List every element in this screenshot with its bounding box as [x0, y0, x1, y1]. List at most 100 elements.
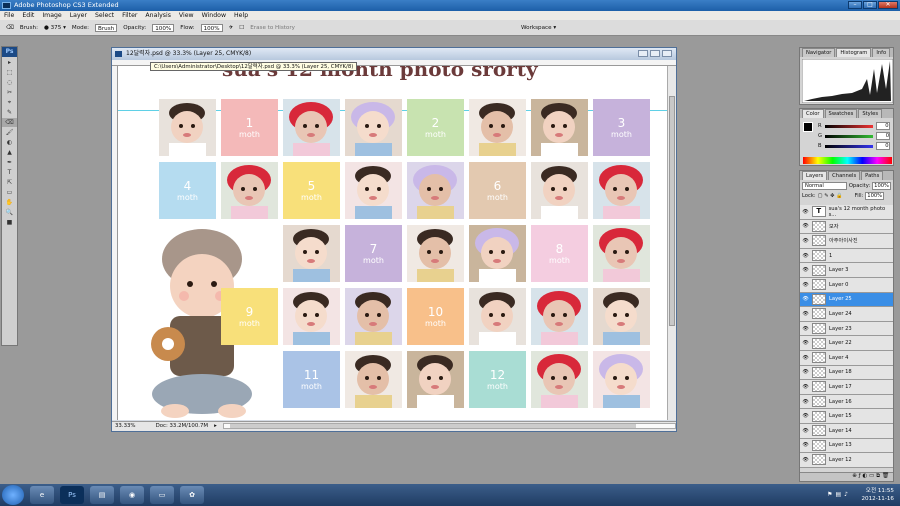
layer-row[interactable]: 👁 Layer 25 — [800, 292, 893, 308]
layer-row[interactable]: 👁 Layer 4 — [800, 350, 893, 366]
crop-tool-icon[interactable]: ✂ — [2, 88, 17, 97]
layer-opacity-input[interactable]: 100% — [872, 182, 891, 190]
move-tool-icon[interactable]: ▸ — [2, 58, 17, 67]
minimize-button[interactable]: – — [848, 1, 862, 9]
pen-tool-icon[interactable]: ▲ — [2, 148, 17, 157]
tab-histogram[interactable]: Histogram — [836, 48, 872, 57]
opacity-input[interactable]: 100% — [152, 23, 175, 32]
layer-row[interactable]: 👁 아주아이사진 — [800, 234, 893, 249]
visibility-eye-icon[interactable]: 👁 — [802, 223, 809, 229]
new-layer-icon[interactable]: ⊕ ƒ ◐ ▭ ⧉ 🗑 — [852, 473, 889, 479]
document-taskbar-icon[interactable]: ▤ — [90, 486, 114, 504]
canvas[interactable]: sua's 12 month photo srorty 1 moth 2 moth 3 m… — [118, 66, 667, 420]
ie-icon[interactable]: e — [30, 486, 54, 504]
horizontal-scrollbar[interactable] — [222, 423, 676, 429]
tab-layers[interactable]: Layers — [802, 171, 828, 180]
visibility-eye-icon[interactable]: 👁 — [802, 413, 809, 419]
blend-mode-select[interactable]: Normal — [802, 182, 847, 190]
status-arrow-icon[interactable]: ▸ — [214, 422, 217, 431]
layer-row[interactable]: 👁 Layer 15 — [800, 409, 893, 424]
channel-value-input[interactable]: 0 — [876, 132, 891, 140]
visibility-eye-icon[interactable]: 👁 — [802, 369, 809, 375]
tray-network-icon[interactable]: ▤ — [835, 491, 841, 498]
lock-icon[interactable]: ▢ ✎ ✥ 🔒 — [818, 193, 843, 199]
eraser-tool-icon[interactable]: ⌫ — [6, 25, 14, 31]
airbrush-icon[interactable]: ✈ — [229, 25, 234, 31]
eraser-tool-icon[interactable]: ⌫ — [2, 118, 17, 127]
visibility-eye-icon[interactable]: 👁 — [802, 340, 809, 346]
shape-tool-icon[interactable]: ▭ — [2, 188, 17, 197]
layer-row[interactable]: 👁 Layer 24 — [800, 307, 893, 322]
color-ramp[interactable] — [803, 157, 892, 164]
brush-preset-picker[interactable]: ● 375 ▾ — [44, 25, 66, 31]
tab-swatches[interactable]: Swatches — [824, 109, 858, 118]
layer-row[interactable]: 👁 Layer 0 — [800, 277, 893, 293]
doc-maximize-button[interactable] — [650, 50, 660, 57]
close-button[interactable]: ✕ — [878, 1, 898, 9]
menu-item-analysis[interactable]: Analysis — [145, 11, 171, 20]
visibility-eye-icon[interactable]: 👁 — [802, 384, 809, 390]
doc-size[interactable]: Doc: 33.2M/100.7M — [156, 422, 209, 431]
layer-row[interactable]: 👁 모자 — [800, 219, 893, 235]
brush-tool-icon[interactable]: 🖌 — [2, 128, 17, 137]
zoom-level[interactable]: 33.33% — [115, 422, 136, 431]
tray-volume-icon[interactable]: ♪ — [844, 491, 848, 498]
layer-row[interactable]: 👁 Layer 16 — [800, 394, 893, 410]
type-tool-icon[interactable]: T — [2, 168, 17, 177]
dodge-tool-icon[interactable]: ◐ — [2, 138, 17, 147]
doc-minimize-button[interactable] — [638, 50, 648, 57]
menu-item-window[interactable]: Window — [202, 11, 226, 20]
clock[interactable]: 오전 11:55 2012-11-16 — [861, 487, 894, 503]
visibility-eye-icon[interactable]: 👁 — [802, 253, 809, 259]
hscroll-thumb[interactable] — [229, 424, 636, 428]
visibility-eye-icon[interactable]: 👁 — [802, 238, 809, 244]
tab-info[interactable]: Info — [872, 48, 891, 57]
menu-item-help[interactable]: Help — [234, 11, 248, 20]
zoom-tool-icon[interactable]: 🔍 — [2, 208, 17, 217]
doc-close-button[interactable] — [662, 50, 672, 57]
path-tool-icon[interactable]: ✒ — [2, 158, 17, 167]
layer-row[interactable]: 👁 Layer 18 — [800, 365, 893, 381]
fill-input[interactable]: 100% — [865, 192, 885, 200]
visibility-eye-icon[interactable]: 👁 — [802, 282, 809, 288]
menu-item-edit[interactable]: Edit — [22, 11, 34, 20]
tab-color[interactable]: Color — [802, 109, 824, 118]
channel-slider[interactable] — [825, 134, 874, 138]
visibility-eye-icon[interactable]: 👁 — [802, 311, 809, 317]
workspace-button[interactable]: Workspace ▾ — [521, 25, 556, 31]
layer-row[interactable]: 👁 Layer 3 — [800, 263, 893, 278]
visibility-eye-icon[interactable]: 👁 — [802, 267, 809, 273]
channel-value-input[interactable]: 0 — [875, 122, 890, 130]
hand-tool-icon[interactable]: ✋ — [2, 198, 17, 207]
layer-row[interactable]: 👁 Layer 23 — [800, 321, 893, 337]
visibility-eye-icon[interactable]: 👁 — [802, 355, 809, 361]
folder-icon[interactable]: ▭ — [150, 486, 174, 504]
channel-slider[interactable] — [824, 144, 873, 148]
flow-input[interactable]: 100% — [200, 23, 223, 32]
erase-history-checkbox[interactable]: ☐ — [239, 25, 244, 31]
visibility-eye-icon[interactable]: 👁 — [802, 209, 809, 215]
color-tool-icon[interactable]: ■ — [2, 218, 17, 227]
layer-row[interactable]: 👁 Layer 22 — [800, 336, 893, 351]
chrome-icon[interactable]: ◉ — [120, 486, 144, 504]
app-taskbar-icon[interactable]: ✿ — [180, 486, 204, 504]
menu-item-layer[interactable]: Layer — [70, 11, 87, 20]
layer-row[interactable]: 👁 Layer 14 — [800, 423, 893, 439]
menu-item-image[interactable]: Image — [42, 11, 61, 20]
maximize-button[interactable]: □ — [863, 1, 877, 9]
photoshop-taskbar-icon[interactable]: Ps — [60, 486, 84, 504]
visibility-eye-icon[interactable]: 👁 — [802, 296, 809, 302]
lasso-tool-icon[interactable]: ◌ — [2, 78, 17, 87]
visibility-eye-icon[interactable]: 👁 — [802, 428, 809, 434]
mode-select[interactable]: Brush — [95, 23, 118, 32]
document-titlebar[interactable]: 12달력자.psd @ 33.3% (Layer 25, CMYK/8) — [112, 48, 676, 60]
foreground-color-swatch[interactable] — [803, 122, 813, 132]
layer-row[interactable]: 👁 1 — [800, 248, 893, 264]
tray-flag-icon[interactable]: ⚑ — [827, 491, 832, 498]
scroll-thumb[interactable] — [669, 96, 675, 326]
menu-item-file[interactable]: File — [4, 11, 14, 20]
menu-item-view[interactable]: View — [179, 11, 194, 20]
healing-tool-icon[interactable]: ✎ — [2, 108, 17, 117]
slice-tool-icon[interactable]: ⌖ — [2, 98, 17, 107]
tab-navigator[interactable]: Navigator — [802, 48, 836, 57]
